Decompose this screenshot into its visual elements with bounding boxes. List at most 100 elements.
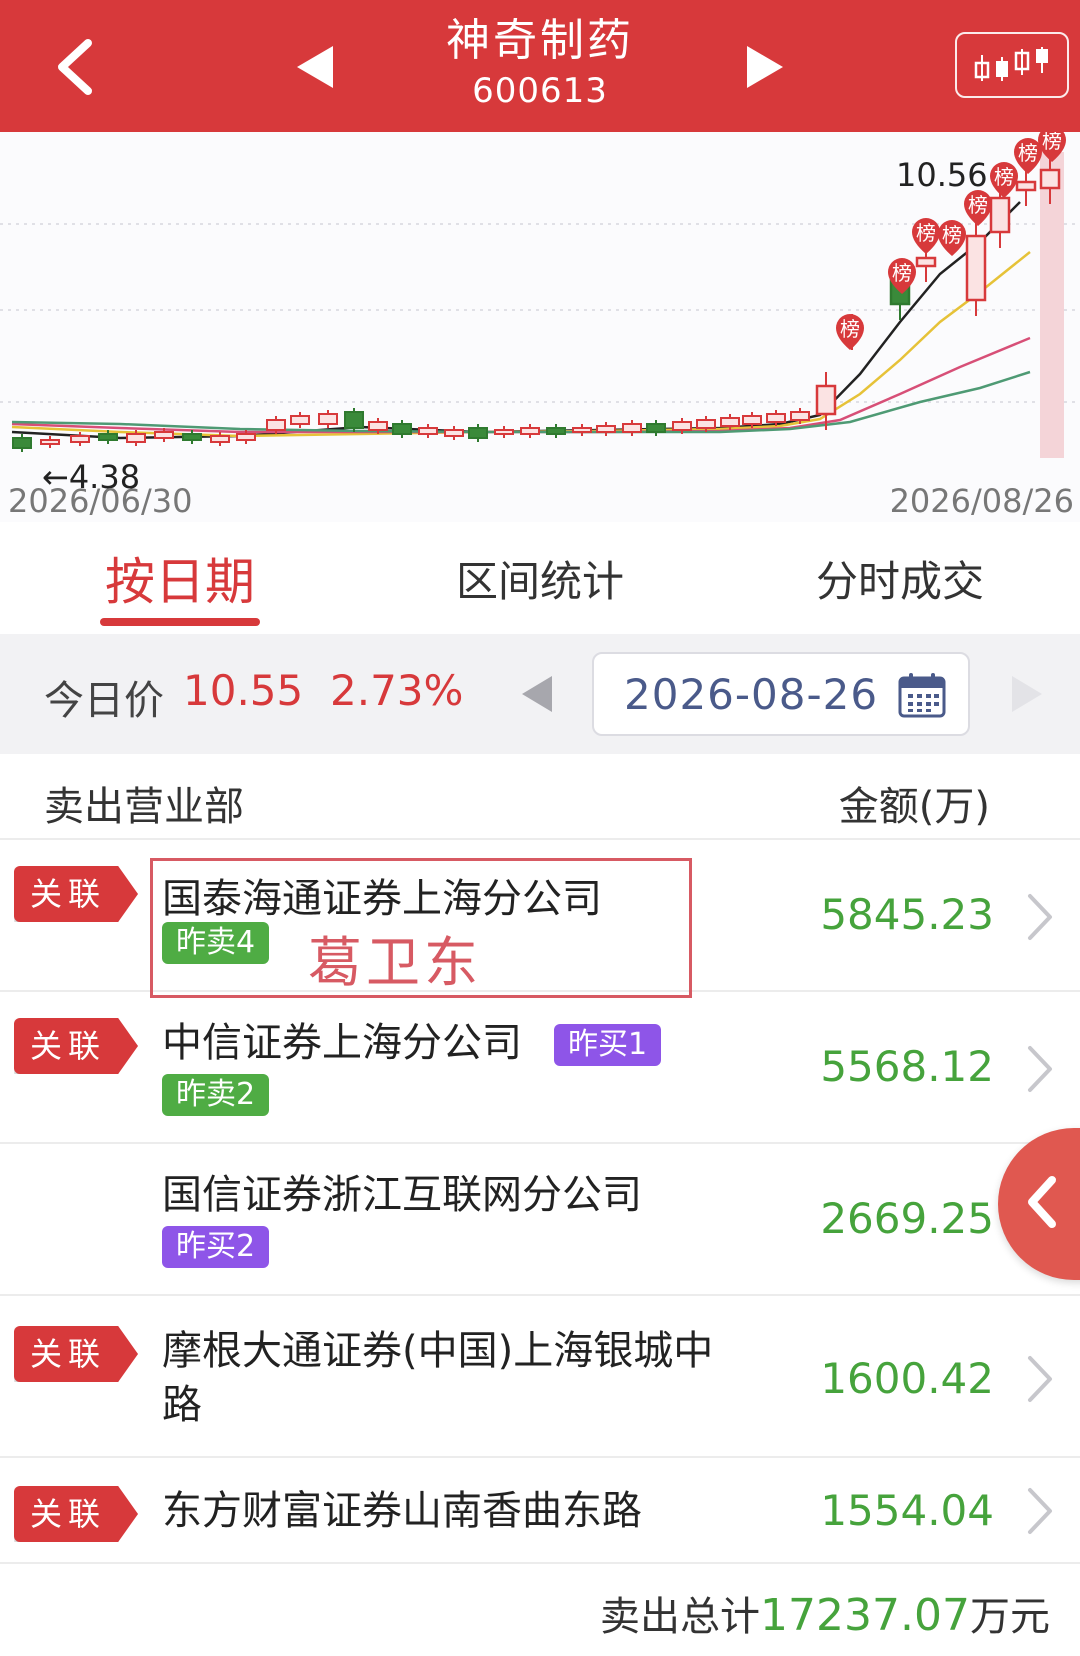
candle-body (154, 431, 174, 439)
limit-up-band (1040, 152, 1064, 458)
broker-name: 东方财富证券山南香曲东路 (162, 1488, 642, 1534)
ranking-marker-text: 榜 (994, 165, 1014, 189)
candle-body (70, 435, 90, 443)
kline-chart[interactable]: 榜榜榜榜榜榜榜榜 ←4.38 10.56 2026/06/30 2026/08/… (0, 132, 1080, 522)
next-date-button[interactable] (1010, 674, 1044, 718)
candle-body (368, 421, 388, 431)
tab-intraday-trades[interactable]: 分时成交 (720, 522, 1080, 634)
history-badge: 昨买2 (162, 1226, 270, 1268)
broker-name: 国信证券浙江互联网分公司 (162, 1172, 642, 1218)
chart-start-date: 2026/06/30 (8, 482, 193, 520)
candle-body (40, 439, 60, 445)
tab-by-date[interactable]: 按日期 (0, 522, 360, 634)
ranking-marker-text: 榜 (916, 221, 936, 245)
candle-body (98, 433, 118, 441)
candle-body (468, 427, 488, 439)
high-price-label: 10.56 (896, 156, 988, 194)
price-bar: 今日价 10.55 2.73% 2026-08-26 (0, 634, 1080, 754)
candle-body (210, 435, 230, 443)
table-row[interactable]: 关联 东方财富证券山南香曲东路 1554.04 (0, 1458, 1080, 1564)
top-bar: 神奇制药 600613 (0, 0, 1080, 132)
seller-branch-header: 卖出营业部 (44, 784, 244, 830)
tab-bar: 按日期 区间统计 分时成交 (0, 522, 1080, 634)
candle-body (126, 433, 146, 443)
chevron-left-icon (58, 39, 92, 95)
candle-body (236, 433, 256, 441)
previous-date-button[interactable] (520, 674, 554, 718)
candle-body (766, 413, 786, 423)
table-row[interactable]: 关联 中信证券上海分公司 昨买1 昨卖2 5568.12 (0, 992, 1080, 1144)
candle-body (494, 429, 514, 435)
today-price-value: 10.55 (183, 666, 304, 715)
related-tag[interactable]: 关联 (14, 1018, 138, 1074)
candle-body (815, 384, 837, 416)
broker-name: 中信证券上海分公司 (162, 1020, 522, 1066)
candle-body (965, 234, 987, 302)
candle-body (418, 427, 438, 435)
today-change-percent: 2.73% (330, 666, 464, 715)
table-row[interactable]: 关联 摩根大通证券(中国)上海银城中 路 1600.42 (0, 1296, 1080, 1458)
chevron-right-icon (1028, 894, 1052, 940)
amount-header: 金额(万) (838, 784, 990, 830)
kline-toggle-button[interactable] (955, 32, 1069, 98)
candle-body (622, 423, 642, 433)
today-price-label: 今日价 (44, 678, 164, 724)
chevron-left-icon (1028, 1176, 1056, 1228)
list-header: 卖出营业部 金额(万) (0, 754, 1080, 840)
amount-value: 1600.42 (820, 1354, 994, 1403)
broker-name-line-2: 路 (162, 1382, 202, 1428)
related-tag[interactable]: 关联 (14, 1326, 138, 1382)
candle-body (672, 421, 692, 431)
candle-body (1015, 180, 1037, 192)
candle-body (989, 196, 1011, 234)
sell-total-label: 卖出总计 (600, 1594, 761, 1640)
candle-body (1039, 168, 1061, 190)
ranking-marker-text: 榜 (968, 193, 988, 217)
ranking-marker-text: 榜 (1042, 132, 1062, 153)
chevron-right-icon (1028, 1488, 1052, 1534)
candlestick-icon (974, 47, 1048, 81)
candle-body (546, 427, 566, 435)
candle-body (572, 427, 592, 433)
back-button[interactable] (30, 22, 120, 112)
broker-name-line-1: 摩根大通证券(中国)上海银城中 (162, 1328, 714, 1374)
history-badge: 昨买1 (554, 1024, 662, 1066)
amount-value: 2669.25 (820, 1194, 994, 1243)
candle-body (444, 429, 464, 437)
chevron-right-icon (1028, 1046, 1052, 1092)
candle-body (646, 423, 666, 433)
sell-total: 卖出总计17237.07万元 (600, 1584, 1050, 1642)
selected-date: 2026-08-26 (624, 670, 879, 719)
tab-range-stats[interactable]: 区间统计 (360, 522, 720, 634)
candle-body (790, 411, 810, 421)
chevron-right-icon (1028, 1356, 1052, 1402)
stock-name: 神奇制药 (446, 15, 634, 66)
triangle-right-icon (1012, 676, 1042, 712)
ranking-marker-text: 榜 (892, 261, 912, 285)
ma10-line (11, 251, 1031, 438)
ma5-line (11, 201, 1021, 440)
app-root: 神奇制药 600613 榜榜榜榜榜榜榜榜 ←4.38 10.56 2026/06… (0, 0, 1080, 1656)
candle-body (392, 423, 412, 435)
triangle-right-icon (747, 46, 783, 88)
date-picker[interactable]: 2026-08-26 (592, 652, 970, 736)
candle-body (720, 417, 740, 427)
candle-body (915, 256, 937, 268)
candle-body (290, 415, 310, 425)
sell-total-unit: 万元 (970, 1594, 1050, 1640)
chart-end-date: 2026/08/26 (889, 482, 1074, 520)
triangle-left-icon (297, 46, 333, 88)
related-tag[interactable]: 关联 (14, 866, 138, 922)
table-row[interactable]: 国信证券浙江互联网分公司 昨买2 2669.25 (0, 1144, 1080, 1296)
next-stock-button[interactable] (720, 22, 810, 112)
candle-body (742, 415, 762, 425)
candle-body (596, 425, 616, 433)
annotation-name: 葛卫东 (308, 931, 482, 994)
ranking-marker-text: 榜 (942, 223, 962, 247)
ranking-marker-text: 榜 (840, 317, 860, 341)
amount-value: 5845.23 (820, 890, 994, 939)
footer-total: 卖出总计17237.07万元 (0, 1564, 1080, 1656)
candle-body (12, 437, 32, 449)
amount-value: 5568.12 (820, 1042, 994, 1091)
related-tag[interactable]: 关联 (14, 1486, 138, 1542)
